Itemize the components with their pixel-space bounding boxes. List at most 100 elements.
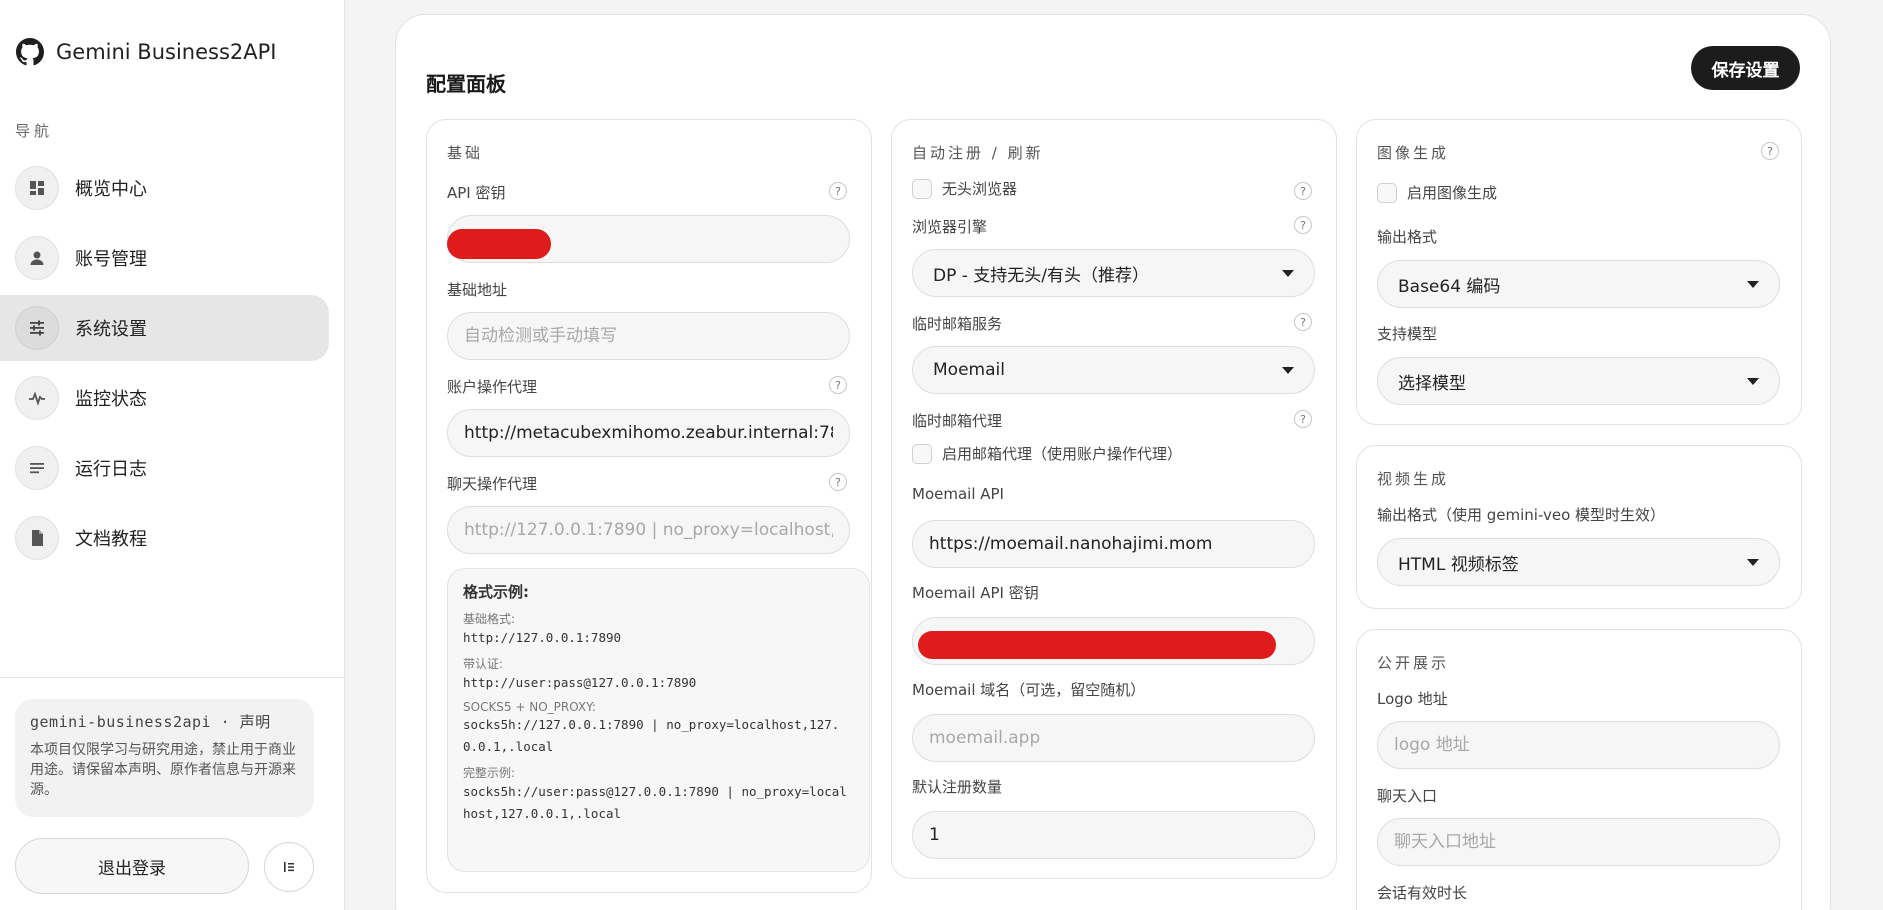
help-icon[interactable]: ?: [829, 376, 847, 394]
image-gen-card: 图像生成 ? 启用图像生成 输出格式 Base64 编码 支持模型 选择模型: [1356, 119, 1802, 425]
sidebar: Gemini Business2API 导航 概览中心 账号管理 系统设置 监控…: [0, 0, 345, 910]
notice-body: 本项目仅限学习与研究用途，禁止用于商业用途。请保留本声明、原作者信息与开源来源。: [30, 742, 296, 798]
mail-service-value: Moemail: [933, 360, 1005, 380]
caret-down-icon: [1747, 558, 1759, 566]
notice-card: gemini-business2api · 声明 本项目仅限学习与研究用途，禁止…: [15, 699, 314, 817]
redaction-mark: [447, 229, 551, 259]
help-icon[interactable]: ?: [1294, 313, 1312, 331]
card-title: 基础: [447, 144, 484, 162]
nav-label: 概览中心: [75, 179, 147, 200]
list-icon: [15, 446, 59, 490]
chat-entry-input[interactable]: [1377, 818, 1780, 866]
help-icon[interactable]: ?: [1761, 142, 1779, 160]
collapse-icon: [284, 862, 294, 872]
headless-label: 无头浏览器: [942, 180, 1018, 198]
mail-proxy-checkbox-row[interactable]: 启用邮箱代理（使用账户操作代理）: [912, 443, 1182, 464]
nav-item-settings[interactable]: 系统设置: [0, 295, 329, 361]
image-models-value: 选择模型: [1398, 373, 1466, 394]
video-gen-card: 视频生成 输出格式（使用 gemini-veo 模型时生效） HTML 视频标签: [1356, 445, 1802, 609]
person-icon: [15, 236, 59, 280]
nav-item-logs[interactable]: 运行日志: [0, 435, 329, 501]
sliders-icon: [15, 306, 59, 350]
notice-title: gemini-business2api · 声明: [30, 713, 271, 731]
collapse-sidebar-button[interactable]: [264, 842, 314, 892]
example-code: socks5h://user:pass@127.0.0.1:7890 | no_…: [463, 784, 847, 821]
caret-down-icon: [1747, 377, 1759, 385]
basic-card: 基础 API 密钥 ? 基础地址 账户操作代理 ? 聊天操作代理 ? 格式示例:…: [426, 119, 872, 893]
sidebar-divider: [0, 677, 344, 678]
engine-select-value: DP - 支持无头/有头（推荐）: [933, 265, 1150, 286]
help-icon[interactable]: ?: [829, 182, 847, 200]
default-count-label: 默认注册数量: [912, 778, 1003, 796]
nav-item-accounts[interactable]: 账号管理: [0, 225, 329, 291]
image-models-select[interactable]: 选择模型: [1377, 357, 1780, 405]
engine-select[interactable]: DP - 支持无头/有头（推荐）: [912, 249, 1315, 297]
example-code: socks5h://127.0.0.1:7890 | no_proxy=loca…: [463, 717, 840, 754]
image-format-select[interactable]: Base64 编码: [1377, 260, 1780, 308]
main-content: 配置面板 保存设置 基础 API 密钥 ? 基础地址 账户操作代理 ? 聊天操作…: [345, 0, 1883, 910]
moemail-api-input[interactable]: [912, 520, 1315, 568]
account-proxy-label: 账户操作代理: [447, 378, 538, 396]
nav-item-overview[interactable]: 概览中心: [0, 155, 329, 221]
caret-down-icon: [1747, 280, 1759, 288]
caret-down-icon: [1282, 269, 1294, 277]
examples-title: 格式示例:: [463, 583, 529, 601]
moemail-domain-input[interactable]: [912, 714, 1315, 762]
image-enable-checkbox[interactable]: [1377, 182, 1397, 203]
mail-service-select[interactable]: Moemail: [912, 346, 1315, 394]
help-icon[interactable]: ?: [1294, 182, 1312, 200]
moemail-key-label: Moemail API 密钥: [912, 584, 1039, 602]
logout-button[interactable]: 退出登录: [15, 838, 249, 894]
headless-checkbox[interactable]: [912, 178, 932, 199]
nav-item-docs[interactable]: 文档教程: [0, 505, 329, 571]
api-key-label: API 密钥: [447, 184, 506, 202]
help-icon[interactable]: ?: [829, 473, 847, 491]
card-title: 视频生成: [1377, 470, 1450, 488]
nav-item-monitor[interactable]: 监控状态: [0, 365, 329, 431]
proxy-format-examples: 格式示例: 基础格式: http://127.0.0.1:7890 带认证: h…: [447, 568, 870, 872]
nav: 概览中心 账号管理 系统设置 监控状态 运行日志 文档教程: [0, 155, 329, 575]
mail-proxy-checkbox[interactable]: [912, 443, 932, 464]
image-models-label: 支持模型: [1377, 325, 1438, 343]
default-count-input[interactable]: [912, 811, 1315, 859]
help-icon[interactable]: ?: [1294, 216, 1312, 234]
nav-label: 账号管理: [75, 249, 147, 270]
video-format-select[interactable]: HTML 视频标签: [1377, 538, 1780, 586]
page-title: 配置面板: [426, 72, 506, 96]
card-title: 图像生成: [1377, 144, 1450, 162]
engine-label: 浏览器引擎: [912, 218, 988, 236]
nav-label: 系统设置: [75, 319, 147, 340]
card-title: 自动注册 / 刷新: [912, 144, 1044, 162]
video-format-label: 输出格式（使用 gemini-veo 模型时生效）: [1377, 506, 1666, 524]
video-format-value: HTML 视频标签: [1398, 554, 1519, 575]
github-icon: [16, 38, 44, 66]
brand[interactable]: Gemini Business2API: [16, 38, 277, 66]
headless-checkbox-row[interactable]: 无头浏览器: [912, 178, 1017, 199]
auto-register-card: 自动注册 / 刷新 无头浏览器 ? 浏览器引擎 ? DP - 支持无头/有头（推…: [891, 119, 1337, 879]
example-code: http://127.0.0.1:7890: [463, 630, 622, 645]
chat-proxy-input[interactable]: [447, 506, 850, 554]
mail-proxy-checkbox-label: 启用邮箱代理（使用账户操作代理）: [942, 445, 1183, 463]
account-proxy-input[interactable]: [447, 409, 850, 457]
example-label: 完整示例:: [463, 766, 516, 780]
image-format-value: Base64 编码: [1398, 276, 1501, 297]
nav-heading: 导航: [15, 122, 54, 140]
base-url-input[interactable]: [447, 312, 850, 360]
card-title: 公开展示: [1377, 654, 1450, 672]
nav-label: 监控状态: [75, 389, 147, 410]
image-format-label: 输出格式: [1377, 228, 1438, 246]
image-enable-row[interactable]: 启用图像生成: [1377, 182, 1497, 203]
logo-url-input[interactable]: [1377, 721, 1780, 769]
example-code: http://user:pass@127.0.0.1:7890: [463, 675, 697, 690]
example-label: SOCKS5 + NO_PROXY:: [463, 700, 596, 714]
nav-label: 运行日志: [75, 459, 147, 480]
document-icon: [15, 516, 59, 560]
save-settings-button[interactable]: 保存设置: [1691, 46, 1800, 90]
pulse-icon: [15, 376, 59, 420]
example-label: 带认证:: [463, 657, 504, 671]
help-icon[interactable]: ?: [1294, 410, 1312, 428]
mail-service-label: 临时邮箱服务: [912, 315, 1003, 333]
mail-proxy-label: 临时邮箱代理: [912, 412, 1003, 430]
session-duration-label: 会话有效时长: [1377, 884, 1468, 902]
config-panel: 配置面板 保存设置 基础 API 密钥 ? 基础地址 账户操作代理 ? 聊天操作…: [395, 14, 1831, 910]
